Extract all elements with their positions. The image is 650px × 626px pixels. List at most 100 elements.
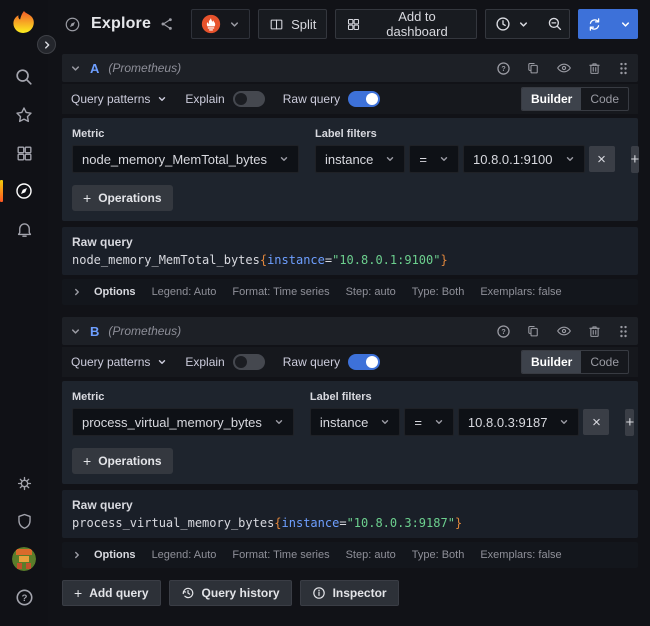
page-title: Explore <box>91 15 151 33</box>
sidebar-item-alerting[interactable] <box>0 210 48 248</box>
query-toolbar: Query patterns Explain Raw query Builder… <box>62 84 638 114</box>
sidebar-item-profile[interactable] <box>0 540 48 578</box>
sidebar-item-search[interactable] <box>0 58 48 96</box>
add-operations-button[interactable]: + Operations <box>72 185 173 211</box>
add-query-label: Add query <box>89 586 148 600</box>
grafana-logo[interactable] <box>8 8 40 40</box>
trash-icon <box>587 61 602 76</box>
question-circle-icon: ? <box>496 61 511 76</box>
options-title: Options <box>94 549 136 561</box>
raw-query-toggle[interactable] <box>348 354 380 370</box>
help-question-icon: ? <box>15 588 34 607</box>
add-filter-button[interactable]: + <box>625 409 634 436</box>
query-row-header[interactable]: B (Prometheus) ? <box>62 317 638 345</box>
chevron-down-icon <box>274 417 284 427</box>
explain-label: Explain <box>185 355 224 369</box>
copy-icon <box>526 324 541 339</box>
add-operations-button[interactable]: + Operations <box>72 448 173 474</box>
run-query-interval-dropdown[interactable] <box>611 9 638 39</box>
explore-footer-actions: + Add query Query history Inspector <box>62 580 638 606</box>
sidebar-item-apps[interactable] <box>0 134 48 172</box>
sidebar-item-help[interactable]: ? <box>0 578 48 616</box>
hide-query-button[interactable] <box>556 60 572 76</box>
query-options-row[interactable]: Options Legend: Auto Format: Time series… <box>62 279 638 305</box>
sidebar-expand-button[interactable] <box>37 35 56 54</box>
add-query-button[interactable]: + Add query <box>62 580 161 606</box>
time-picker-button[interactable] <box>486 10 538 38</box>
remove-query-button[interactable] <box>587 324 602 339</box>
run-query-button[interactable] <box>578 9 611 39</box>
label-filters-field: Label filters instance = 10.8. <box>310 391 610 436</box>
raw-query-toggle[interactable] <box>348 91 380 107</box>
duplicate-query-button[interactable] <box>526 61 541 76</box>
code-mode-option[interactable]: Code <box>581 351 628 373</box>
query-help-button[interactable]: ? <box>496 324 511 339</box>
hide-query-button[interactable] <box>556 323 572 339</box>
duplicate-query-button[interactable] <box>526 324 541 339</box>
builder-mode-option[interactable]: Builder <box>522 88 581 110</box>
builder-mode-option[interactable]: Builder <box>522 351 581 373</box>
option-step: Step: auto <box>346 549 396 561</box>
sidebar-item-server-admin[interactable] <box>0 502 48 540</box>
drag-handle[interactable] <box>617 324 630 339</box>
split-button-label: Split <box>291 17 316 32</box>
close-icon: × <box>592 414 601 431</box>
filter-value: 10.8.0.1:9100 <box>473 152 553 167</box>
inspector-button[interactable]: Inspector <box>300 580 399 606</box>
filter-label-select[interactable]: instance <box>315 145 405 173</box>
query-datasource-name: (Prometheus) <box>108 61 181 75</box>
datasource-picker[interactable] <box>191 9 250 39</box>
explain-label: Explain <box>185 92 224 106</box>
code-string: "10.8.0.3:9187" <box>347 516 455 530</box>
history-icon <box>181 586 195 600</box>
split-button[interactable]: Split <box>258 9 327 39</box>
query-help-button[interactable]: ? <box>496 61 511 76</box>
explain-toggle[interactable] <box>233 91 265 107</box>
chevron-down-icon <box>70 63 81 74</box>
share-icon <box>159 16 175 32</box>
metric-select[interactable]: node_memory_MemTotal_bytes <box>72 145 299 173</box>
code-mode-option[interactable]: Code <box>581 88 628 110</box>
query-row-actions: ? <box>496 323 630 339</box>
chevron-down-icon <box>385 154 395 164</box>
chevron-down-icon <box>518 19 529 30</box>
query-patterns-dropdown[interactable]: Query patterns <box>71 92 167 106</box>
option-legend: Legend: Auto <box>152 286 217 298</box>
query-patterns-label: Query patterns <box>71 355 150 369</box>
filter-label-value: instance <box>320 415 368 430</box>
explain-toggle[interactable] <box>233 354 265 370</box>
filter-value-select[interactable]: 10.8.0.1:9100 <box>463 145 585 173</box>
remove-filter-button[interactable]: × <box>589 146 615 172</box>
operations-label: Operations <box>98 454 161 468</box>
drag-handle[interactable] <box>617 61 630 76</box>
metric-select[interactable]: process_virtual_memory_bytes <box>72 408 294 436</box>
apps-grid-icon <box>15 144 34 163</box>
option-type: Type: Both <box>412 286 465 298</box>
explain-toggle-group: Explain <box>185 91 264 107</box>
code-brace: { <box>260 253 267 267</box>
label-filters-field: Label filters instance = 10.8. <box>315 128 615 173</box>
raw-query-preview: Raw query node_memory_MemTotal_bytes{ins… <box>62 227 638 275</box>
add-to-dashboard-button[interactable]: Add to dashboard <box>335 9 476 39</box>
search-icon <box>14 67 34 87</box>
query-editor-row-a: A (Prometheus) ? <box>62 54 638 305</box>
query-ref-id: B <box>90 324 99 339</box>
filter-label-select[interactable]: instance <box>310 408 400 436</box>
zoom-out-time-button[interactable] <box>538 10 570 38</box>
sidebar: ? <box>0 0 48 626</box>
sidebar-item-explore[interactable] <box>0 172 48 210</box>
remove-query-button[interactable] <box>587 61 602 76</box>
share-link-button[interactable] <box>159 16 175 32</box>
query-options-row[interactable]: Options Legend: Auto Format: Time series… <box>62 542 638 568</box>
filter-value-select[interactable]: 10.8.0.3:9187 <box>458 408 580 436</box>
query-row-header[interactable]: A (Prometheus) ? <box>62 54 638 82</box>
query-history-button[interactable]: Query history <box>169 580 292 606</box>
sidebar-item-configuration[interactable] <box>0 464 48 502</box>
filter-operator-select[interactable]: = <box>409 145 459 173</box>
query-patterns-dropdown[interactable]: Query patterns <box>71 355 167 369</box>
chevron-down-icon <box>439 154 449 164</box>
remove-filter-button[interactable]: × <box>583 409 609 435</box>
filter-operator-select[interactable]: = <box>404 408 454 436</box>
add-filter-button[interactable]: + <box>631 146 640 173</box>
sidebar-item-starred[interactable] <box>0 96 48 134</box>
